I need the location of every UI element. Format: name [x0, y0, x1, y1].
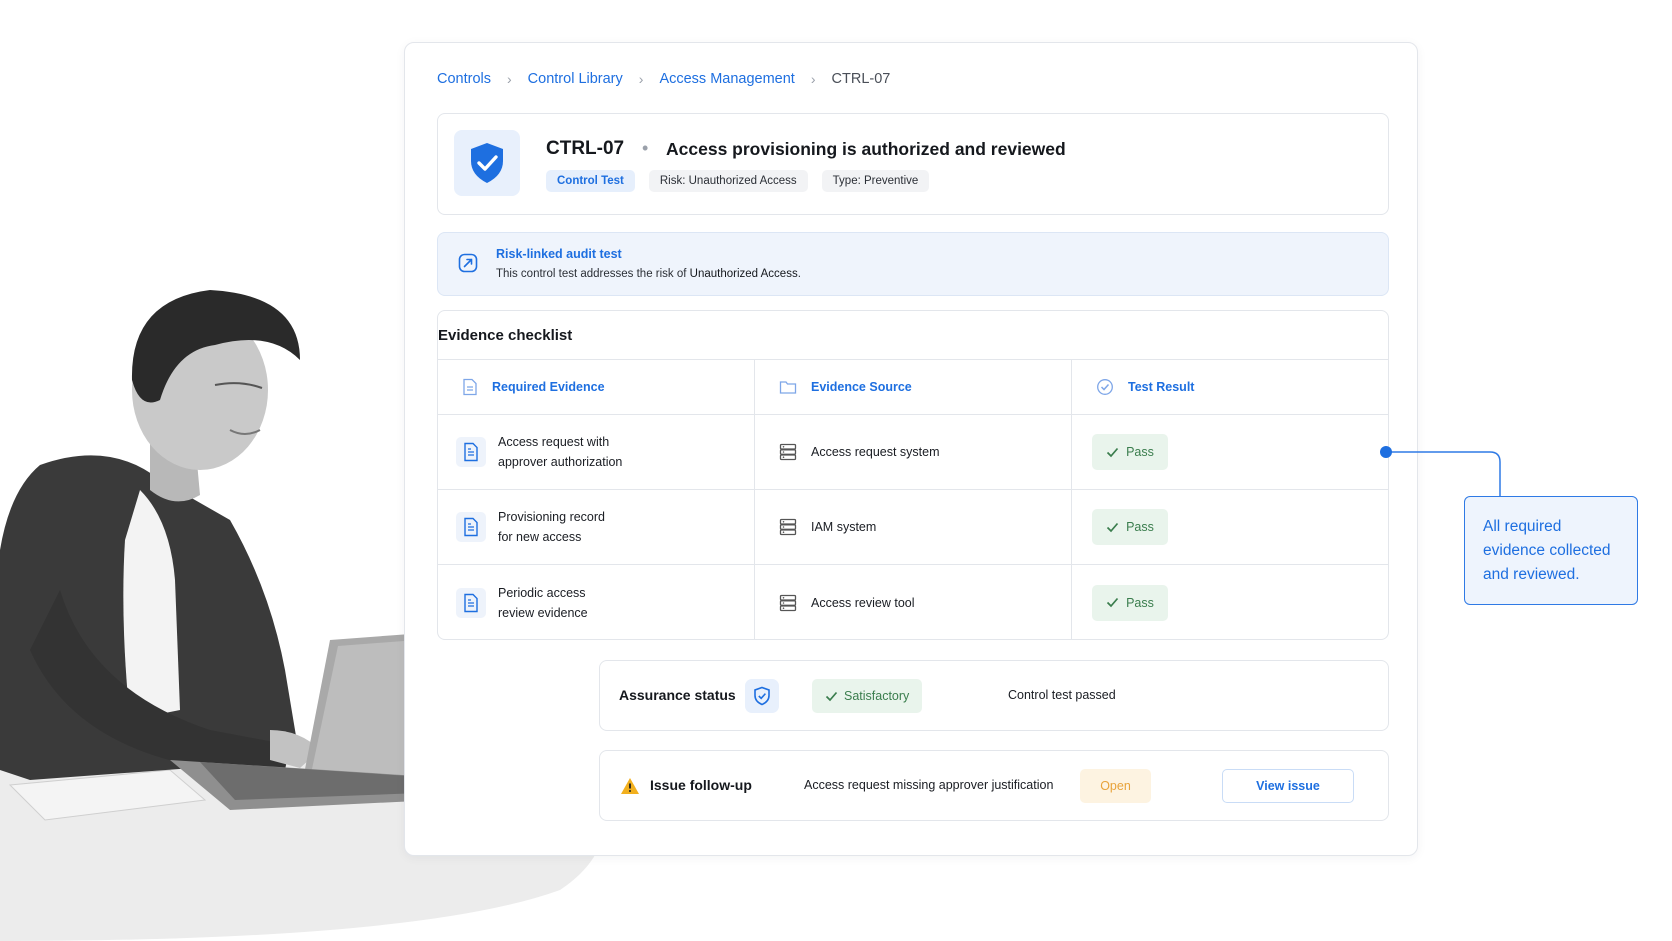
pass-badge: Pass — [1092, 509, 1168, 545]
risk-linked-banner: Risk-linked audit test This control test… — [437, 232, 1389, 296]
breadcrumb-separator-icon: › — [638, 71, 644, 87]
evidence-source: Access review tool — [811, 595, 915, 610]
breadcrumb-separator-icon: › — [507, 71, 512, 87]
risk-banner-text: This control test addresses the risk of … — [496, 268, 801, 280]
risk-banner-title: Risk-linked audit test — [496, 247, 622, 261]
evidence-callout: All required evidence collected and revi… — [1464, 496, 1638, 605]
control-header-card: CTRL-07 • Access provisioning is authori… — [437, 113, 1389, 215]
evidence-source-cell: IAM system — [755, 490, 1072, 564]
control-detail-panel: Controls › Control Library › Access Mana… — [404, 42, 1418, 856]
satisfactory-badge: Satisfactory — [812, 679, 923, 713]
test-result-cell: Pass — [1072, 415, 1388, 489]
breadcrumb-controls[interactable]: Controls — [437, 71, 491, 87]
check-icon — [1106, 447, 1119, 457]
title-separator-dot: • — [642, 138, 649, 158]
shield-check-icon — [454, 130, 520, 196]
callout-line-3: and reviewed. — [1483, 566, 1580, 583]
check-icon — [825, 691, 838, 701]
breadcrumb-separator-icon: › — [810, 71, 816, 87]
required-evidence-cell: Periodic access review evidence — [438, 565, 755, 640]
result-label: Pass — [1126, 520, 1154, 534]
control-title: Access provisioning is authorized and re… — [666, 139, 1066, 159]
result-label: Pass — [1126, 445, 1154, 459]
breadcrumb-control-library[interactable]: Control Library — [528, 71, 623, 87]
assurance-status-card: Assurance status Satisfactory Control te… — [599, 660, 1389, 731]
chip-risk: Risk: Unauthorized Access — [648, 170, 808, 192]
issue-label: Issue follow-up — [650, 777, 752, 793]
evidence-name: Periodic access review evidence — [498, 583, 648, 623]
server-icon — [779, 518, 797, 536]
column-label: Evidence Source — [811, 380, 912, 394]
issue-status-badge: Open — [1080, 769, 1151, 803]
column-header-source: Evidence Source — [755, 360, 1072, 414]
shield-check-icon — [745, 679, 779, 713]
evidence-line-2: review evidence — [498, 605, 588, 620]
column-label: Test Result — [1128, 380, 1195, 394]
breadcrumb-access-management[interactable]: Access Management — [659, 71, 794, 87]
document-icon — [456, 512, 486, 542]
required-evidence-cell: Access request with approver authorizatio… — [438, 415, 755, 489]
evidence-source-cell: Access review tool — [755, 565, 1072, 640]
column-header-required: Required Evidence — [438, 360, 755, 414]
control-id: CTRL-07 — [546, 138, 625, 159]
pass-badge: Pass — [1092, 434, 1168, 470]
control-chips: Control Test Risk: Unauthorized Access T… — [546, 170, 930, 192]
evidence-checklist: Evidence checklist Required Evidence Evi… — [437, 310, 1389, 640]
chip-type: Type: Preventive — [821, 170, 930, 192]
document-icon — [456, 437, 486, 467]
evidence-source-cell: Access request system — [755, 415, 1072, 489]
evidence-line-1: Access request with — [498, 435, 610, 449]
server-icon — [779, 594, 797, 611]
risk-banner-risk: Unauthorized Access — [689, 268, 798, 280]
folder-icon — [779, 381, 797, 394]
evidence-line-1: Periodic access — [498, 585, 586, 600]
assurance-note: Control test passed — [1008, 688, 1116, 702]
test-result-cell: Pass — [1072, 490, 1388, 564]
evidence-line-1: Provisioning record — [498, 510, 605, 524]
table-header-row: Required Evidence Evidence Source Test R… — [438, 360, 1388, 415]
assurance-label: Assurance status — [619, 687, 736, 703]
warning-icon — [620, 777, 640, 800]
link-compass-icon — [458, 253, 478, 278]
check-icon — [1106, 522, 1119, 532]
table-row: Provisioning record for new access IAM sy… — [438, 490, 1388, 565]
breadcrumb-current: CTRL-07 — [831, 71, 891, 87]
server-icon — [779, 443, 797, 461]
evidence-table: Required Evidence Evidence Source Test R… — [438, 359, 1388, 640]
callout-line-1: All required — [1483, 518, 1562, 535]
risk-banner-prefix: This control test addresses the risk of — [496, 268, 690, 280]
evidence-line-2: approver authorization — [498, 455, 623, 469]
column-label: Required Evidence — [492, 380, 605, 394]
chip-control-test: Control Test — [546, 170, 635, 192]
document-icon — [456, 587, 486, 618]
evidence-line-2: for new access — [498, 530, 582, 544]
document-icon — [463, 378, 477, 396]
evidence-name: Provisioning record for new access — [498, 507, 648, 547]
risk-banner-suffix: . — [797, 268, 801, 280]
evidence-source: IAM system — [811, 520, 877, 534]
issue-follow-up-card: Issue follow-up Access request missing a… — [599, 750, 1389, 821]
table-row: Access request with approver authorizatio… — [438, 415, 1388, 490]
evidence-source: Access request system — [811, 445, 940, 459]
column-header-result: Test Result — [1072, 360, 1388, 414]
issue-description: Access request missing approver justific… — [804, 778, 1054, 792]
pass-badge: Pass — [1092, 584, 1168, 621]
table-row: Periodic access review evidence Access re… — [438, 565, 1388, 640]
view-issue-button[interactable]: View issue — [1222, 769, 1354, 803]
evidence-title: Evidence checklist — [438, 327, 573, 344]
satisfactory-label: Satisfactory — [844, 689, 910, 703]
callout-line-2: evidence collected — [1483, 542, 1611, 559]
required-evidence-cell: Provisioning record for new access — [438, 490, 755, 564]
breadcrumb: Controls › Control Library › Access Mana… — [437, 71, 890, 87]
test-result-cell: Pass — [1072, 565, 1388, 640]
check-icon — [1106, 597, 1119, 608]
result-label: Pass — [1126, 595, 1154, 610]
evidence-name: Access request with approver authorizatio… — [498, 432, 648, 472]
check-circle-icon — [1097, 379, 1113, 395]
